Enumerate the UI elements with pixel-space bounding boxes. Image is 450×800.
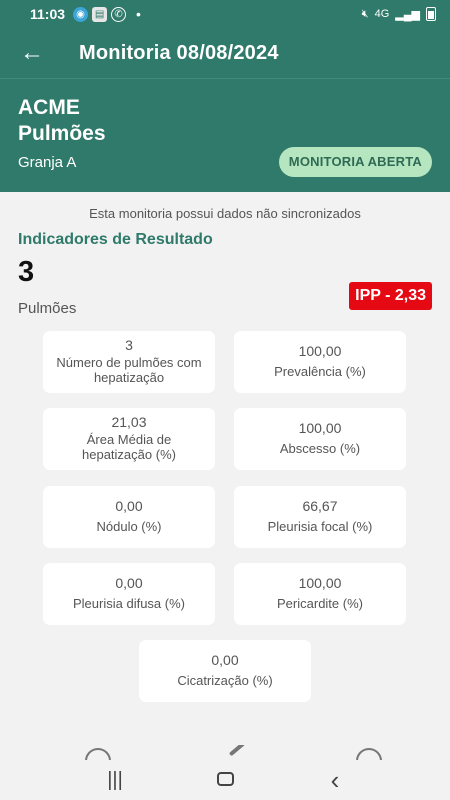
network-type: 4G [374, 8, 390, 20]
indicator-value: 100,00 [298, 420, 342, 436]
page-title: Monitoria 08/08/2024 [79, 41, 279, 64]
indicator-card-prevalence: 100,00 Prevalência (%) [234, 331, 406, 393]
arrow-left-icon: ← [20, 39, 44, 66]
indicator-label: Área Média de hepatização (%) [82, 432, 176, 462]
organ-name: Pulmões [18, 122, 106, 145]
indicator-value: 0,00 [211, 652, 239, 668]
signal-icon: ▂▄▆ [395, 8, 420, 21]
system-navigation-bar: ||| ‹ [0, 760, 450, 800]
indicator-card-focal-pleurisy: 66,67 Pleurisia focal (%) [234, 486, 406, 548]
status-badge: MONITORIA ABERTA [278, 147, 432, 177]
indicator-card-abscess: 100,00 Abscesso (%) [234, 408, 406, 470]
indicator-card-pericarditis: 100,00 Pericardite (%) [234, 563, 406, 625]
indicator-value: 21,03 [111, 414, 147, 430]
bottom-action-bar [0, 745, 450, 760]
sync-warning: Esta monitoria possui dados não sincroni… [89, 206, 361, 221]
app-bar: ← Monitoria 08/08/2024 [0, 28, 450, 78]
indicator-label: Cicatrização (%) [177, 672, 273, 688]
indicator-value: 0,00 [115, 498, 143, 514]
history-icon[interactable] [356, 748, 382, 760]
home-icon [216, 771, 234, 786]
section-title: Indicadores de Resultado [18, 231, 213, 248]
document-notification-icon: ▤ [92, 6, 108, 22]
farm-name: Granja A [18, 154, 77, 171]
indicator-label: Prevalência (%) [274, 363, 366, 379]
ipp-badge: IPP - 2,33 [349, 282, 432, 310]
recents-button[interactable]: ||| [95, 769, 135, 792]
company-block: ACME Pulmões [18, 95, 106, 147]
indicator-value: 100,00 [298, 575, 342, 591]
indicator-label: Nódulo (%) [96, 518, 162, 534]
company-name: ACME [18, 96, 80, 119]
indicator-label: Pleurisia focal (%) [267, 518, 373, 534]
system-back-button[interactable]: ‹ [315, 765, 355, 796]
indicator-value: 66,67 [302, 498, 338, 514]
indicator-value: 100,00 [298, 343, 342, 359]
indicator-label: Abscesso (%) [279, 440, 361, 456]
whatsapp-icon: ✆ [111, 6, 127, 22]
status-bar: 11:03 ◉ ▤ ✆ • 🔇︎ 4G ▂▄▆ [0, 0, 450, 28]
status-time: 11:03 [30, 6, 66, 22]
indicator-card-scarring: 0,00 Cicatrização (%) [139, 640, 311, 702]
indicator-value: 0,00 [115, 575, 143, 591]
indicator-card-hepatization-area: 21,03 Área Média de hepatização (%) [43, 408, 215, 470]
battery-icon [426, 7, 436, 21]
app-notification-icon: ◉ [73, 6, 89, 22]
indicator-label: Pleurisia difusa (%) [73, 595, 185, 611]
monitoring-header: ACME Pulmões Granja A MONITORIA ABERTA [0, 78, 450, 192]
status-indicators: 🔇︎ 4G ▂▄▆ [362, 7, 436, 21]
indicator-card-nodule: 0,00 Nódulo (%) [43, 486, 215, 548]
indicator-label: Pericardite (%) [277, 595, 363, 611]
back-button[interactable]: ← [0, 28, 64, 78]
mute-icon: 🔇︎ [361, 7, 369, 20]
lung-count: 3 [18, 256, 35, 288]
lung-count-label: Pulmões [18, 300, 77, 317]
indicator-card-hepatization-count: 3 Número de pulmões com hepatização [43, 331, 215, 393]
home-button[interactable] [205, 769, 245, 792]
indicator-label: Número de pulmões com hepatização [56, 355, 202, 385]
indicator-card-diffuse-pleurisy: 0,00 Pleurisia difusa (%) [43, 563, 215, 625]
indicator-value: 3 [125, 337, 133, 353]
info-icon[interactable] [85, 748, 111, 760]
more-notifications-icon: • [136, 6, 141, 22]
edit-icon[interactable] [228, 745, 246, 757]
